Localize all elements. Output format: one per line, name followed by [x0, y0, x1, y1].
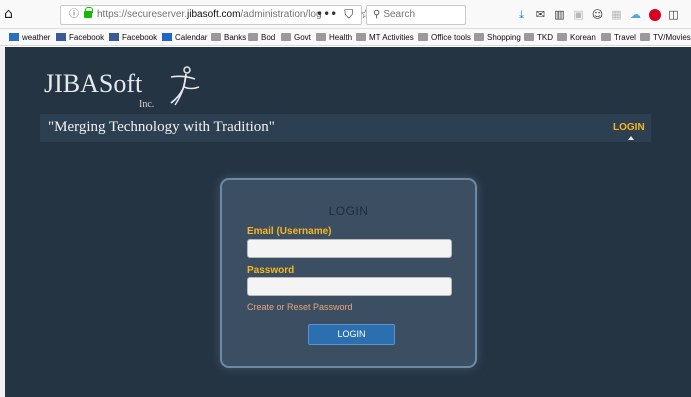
extension-icon[interactable]: ▦ [607, 7, 626, 23]
url-text: https://secureserver.jibasoft.com/admini… [97, 9, 322, 20]
home-icon[interactable]: ⌂ [4, 7, 18, 21]
logo-inc: Inc. [139, 99, 155, 110]
page-left-edge [0, 47, 5, 397]
folder-icon [601, 33, 611, 41]
login-button[interactable]: LOGIN [308, 324, 395, 345]
bookmark-folder-travel[interactable]: Travel [601, 29, 636, 45]
bookmark-folder-office-tools[interactable]: Office tools [418, 29, 471, 45]
bookmark-weather[interactable]: weather [9, 29, 50, 45]
info-icon[interactable]: ⓘ [69, 6, 79, 24]
password-label: Password [247, 265, 295, 276]
bookmark-folder-mt-activities[interactable]: MT Activities [356, 29, 414, 45]
bookmark-folder-bod[interactable]: Bod [248, 29, 275, 45]
password-field[interactable] [247, 277, 452, 296]
reset-password-link[interactable]: Create or Reset Password [247, 302, 353, 312]
facebook-icon [109, 33, 119, 41]
search-placeholder: Search [383, 9, 416, 20]
search-icon: ⚲ [373, 9, 381, 20]
download-icon[interactable]: ⤓ [512, 7, 531, 23]
page-actions-menu-icon[interactable]: ••• [316, 5, 337, 23]
mail-icon[interactable]: ✉ [531, 7, 550, 23]
reader-icon[interactable]: ▣ [569, 7, 588, 23]
bookmarks-bar: weather Facebook Facebook Calendar Banks… [0, 29, 691, 46]
lock-icon[interactable] [84, 7, 93, 18]
bookmark-folder-tkd[interactable]: TKD [524, 29, 553, 45]
bookmark-folder-health[interactable]: Health [316, 29, 352, 45]
login-card: LOGIN Email (Username) Password Create o… [220, 178, 477, 368]
nav-active-indicator-icon [628, 136, 634, 140]
tagline-bar: "Merging Technology with Tradition" LOGI… [40, 114, 651, 142]
pocket-icon[interactable]: ⛉ [344, 5, 353, 23]
cloud-icon[interactable]: ☁ [626, 7, 645, 23]
search-input[interactable]: ⚲ Search [366, 5, 466, 25]
folder-icon [356, 33, 366, 41]
account-icon[interactable]: ☺ [588, 7, 607, 23]
email-field[interactable] [247, 239, 452, 258]
bookmark-facebook-1[interactable]: Facebook [56, 29, 104, 45]
nav-login-link[interactable]: LOGIN [613, 122, 645, 133]
bookmark-folder-tv-movies[interactable]: TV/Movies [640, 29, 691, 45]
toolbar-icons: ⤓ ✉ ▥ ▣ ☺ ▦ ☁ ◫ [512, 7, 683, 23]
bookmark-calendar[interactable]: Calendar [162, 29, 207, 45]
folder-icon [211, 33, 221, 41]
folder-icon [640, 33, 650, 41]
page-content: JIBASoft Inc. "Merging Technology with T… [0, 47, 691, 397]
bookmark-folder-korean[interactable]: Korean [557, 29, 596, 45]
folder-icon [474, 33, 484, 41]
folder-icon [316, 33, 326, 41]
facebook-icon [56, 33, 66, 41]
browser-toolbar: ⌂ ⓘ https://secureserver.jibasoft.com/ad… [0, 0, 691, 29]
folder-icon [418, 33, 428, 41]
bookmark-folder-shopping[interactable]: Shopping [474, 29, 521, 45]
dancer-logo-icon [170, 66, 200, 106]
logo-text: JIBASoft [44, 69, 143, 98]
folder-icon [524, 33, 534, 41]
email-label: Email (Username) [247, 226, 332, 237]
folder-icon [281, 33, 291, 41]
site-logo[interactable]: JIBASoft Inc. [44, 65, 204, 113]
adblock-icon[interactable] [645, 7, 664, 23]
calendar-icon [162, 33, 172, 41]
sidebar-icon[interactable]: ◫ [664, 7, 683, 23]
folder-icon [248, 33, 258, 41]
login-title: LOGIN [328, 204, 369, 218]
folder-icon [557, 33, 567, 41]
site-tagline: "Merging Technology with Tradition" [48, 119, 275, 135]
bookmark-folder-banks[interactable]: Banks [211, 29, 246, 45]
library-icon[interactable]: ▥ [550, 7, 569, 23]
bookmark-facebook-2[interactable]: Facebook [109, 29, 157, 45]
bookmark-folder-govt[interactable]: Govt [281, 29, 311, 45]
weather-icon [9, 33, 19, 41]
